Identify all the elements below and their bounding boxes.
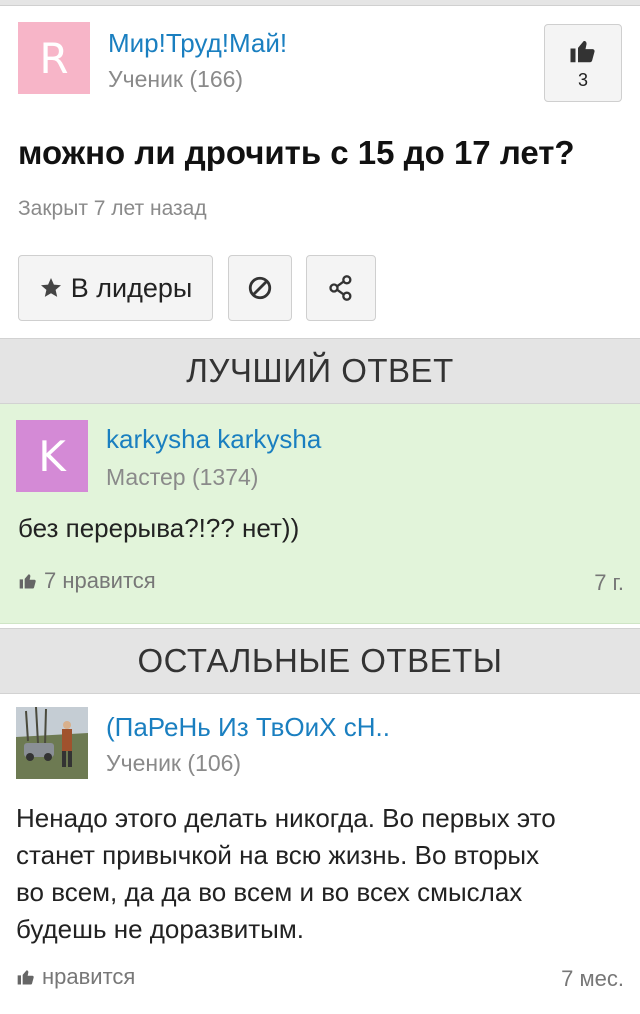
star-icon bbox=[40, 278, 61, 297]
share-button[interactable] bbox=[306, 255, 376, 321]
answer-author[interactable]: (ПаРеНь Из ТвОиХ сН.. bbox=[106, 712, 390, 743]
asker-name[interactable]: Мир!Труд!Май! bbox=[108, 28, 287, 59]
question-title: можно ли дрочить с 15 до 17 лет? bbox=[18, 134, 575, 171]
question-like-count: 3 bbox=[577, 69, 588, 90]
answer-avatar-photo[interactable] bbox=[16, 707, 88, 779]
best-answer-header: ЛУЧШИЙ ОТВЕТ bbox=[0, 338, 640, 404]
best-answer-card: K karkysha karkysha Мастер (1374) без пе… bbox=[0, 404, 640, 624]
question-status: Закрыт 7 лет назад bbox=[18, 197, 207, 220]
answer-like-button[interactable]: нравится bbox=[16, 964, 135, 990]
best-answer-likes: 7 нравится bbox=[44, 568, 156, 593]
thumbs-up-icon bbox=[19, 574, 36, 589]
photo-scene bbox=[16, 707, 88, 779]
answer-text-line: будешь не доразвитым. bbox=[16, 914, 304, 944]
share-icon bbox=[329, 275, 352, 301]
best-answer-avatar-letter: K bbox=[38, 431, 66, 481]
answer-age: 7 мес. bbox=[561, 966, 624, 991]
other-answers-header: ОСТАЛЬНЫЕ ОТВЕТЫ bbox=[0, 628, 640, 694]
leaders-button-label: В лидеры bbox=[70, 272, 193, 303]
best-answer-age: 7 г. bbox=[594, 570, 624, 595]
best-answer-author[interactable]: karkysha karkysha bbox=[106, 424, 321, 455]
question-like-button[interactable]: 3 bbox=[544, 24, 622, 102]
best-answer-avatar[interactable]: K bbox=[16, 420, 88, 492]
top-divider bbox=[0, 0, 640, 6]
thumbs-up-icon bbox=[570, 40, 595, 62]
best-answer-text: без перерыва?!?? нет)) bbox=[18, 513, 300, 543]
asker-avatar-letter: R bbox=[39, 33, 69, 83]
asker-avatar[interactable]: R bbox=[18, 22, 90, 94]
answer-likes: нравится bbox=[42, 964, 136, 989]
answer-author-rank: Ученик (106) bbox=[106, 750, 242, 776]
best-answer-like-button[interactable]: 7 нравится bbox=[18, 568, 156, 594]
answer-text: Ненадо этого делать никогда. Во первых э… bbox=[16, 800, 631, 948]
asker-rank: Ученик (166) bbox=[108, 66, 244, 92]
ban-icon bbox=[248, 276, 272, 300]
answer-text-line: во всем, да да во всем и во всех смыслах bbox=[16, 877, 523, 907]
report-button[interactable] bbox=[228, 255, 292, 321]
leaders-button[interactable]: В лидеры bbox=[18, 255, 213, 321]
answer-text-line: Ненадо этого делать никогда. Во первых э… bbox=[16, 803, 556, 833]
best-answer-rank: Мастер (1374) bbox=[106, 464, 259, 490]
thumbs-up-icon bbox=[17, 970, 34, 985]
answer-text-line: станет привычкой на всю жизнь. Во вторых bbox=[16, 840, 540, 870]
